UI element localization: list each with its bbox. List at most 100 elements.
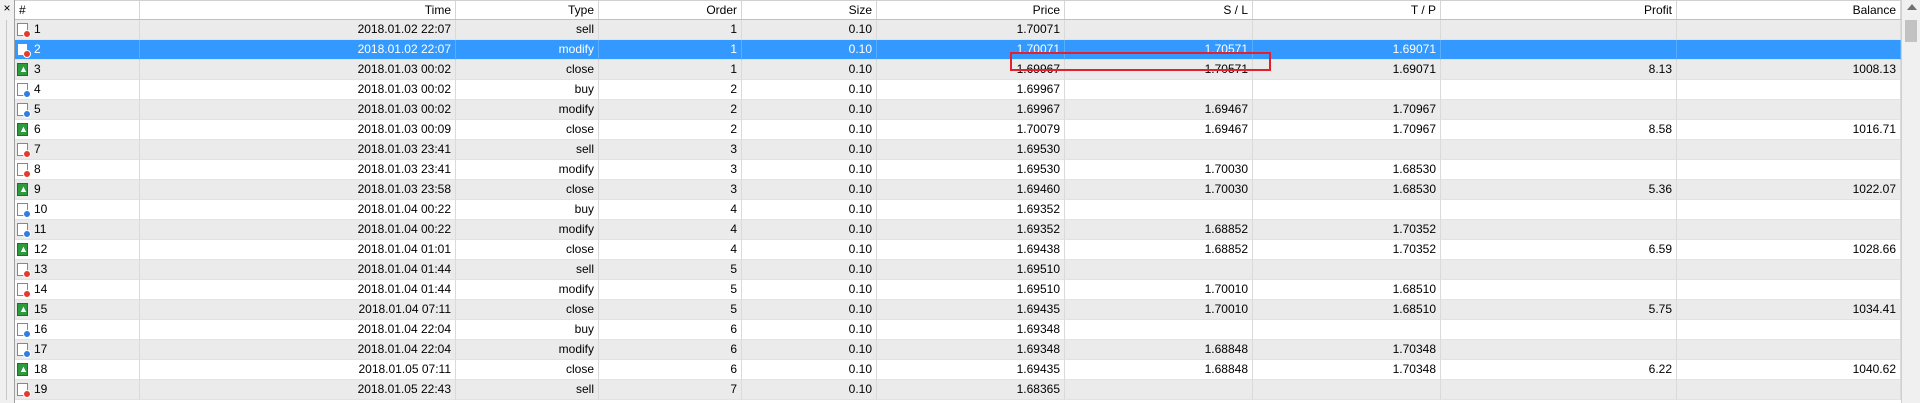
buy-order-icon	[17, 223, 31, 238]
size-cell: 0.10	[742, 80, 877, 100]
order-cell: 6	[599, 320, 742, 340]
price-cell: 1.69530	[877, 160, 1065, 180]
table-row[interactable]: 14 2018.01.04 01:44 modify 5 0.10 1.69510 1.70…	[15, 280, 1901, 300]
sl-cell: 1.69467	[1065, 120, 1253, 140]
table-row[interactable]: ▲ 12 2018.01.04 01:01 close 4 0.10 1.69438 1.68…	[15, 240, 1901, 260]
row-number: 14	[15, 280, 140, 300]
col-header-tp[interactable]: T / P	[1253, 1, 1441, 19]
row-number: 5	[15, 100, 140, 120]
table-row[interactable]: ▲ 3 2018.01.03 00:02 close 1 0.10 1.69967 1.705…	[15, 60, 1901, 80]
arrow-up-icon: ▲	[19, 304, 28, 314]
size-cell: 0.10	[742, 40, 877, 60]
table-row[interactable]: ▲ 6 2018.01.03 00:09 close 2 0.10 1.70079 1.694…	[15, 120, 1901, 140]
arrow-up-icon: ▲	[19, 64, 28, 74]
row-number-label: 14	[34, 282, 48, 296]
col-header-time[interactable]: Time	[140, 1, 456, 19]
profit-cell	[1441, 220, 1677, 240]
row-number: 8	[15, 160, 140, 180]
col-header-profit[interactable]: Profit	[1441, 1, 1677, 19]
table-row[interactable]: 13 2018.01.04 01:44 sell 5 0.10 1.69510	[15, 260, 1901, 280]
table-row[interactable]: 19 2018.01.05 22:43 sell 7 0.10 1.68365	[15, 380, 1901, 400]
sell-order-icon	[17, 383, 31, 398]
type-cell: close	[456, 180, 599, 200]
trade-history-table: # Time Type Order Size Price S / L T / P…	[15, 0, 1901, 403]
table-row[interactable]: 17 2018.01.04 22:04 modify 6 0.10 1.69348 1.68…	[15, 340, 1901, 360]
profit-cell	[1441, 320, 1677, 340]
col-header-number[interactable]: #	[15, 1, 140, 19]
row-number-label: 10	[34, 202, 48, 216]
profit-cell	[1441, 260, 1677, 280]
price-cell: 1.69530	[877, 140, 1065, 160]
table-row[interactable]: 4 2018.01.03 00:02 buy 2 0.10 1.69967	[15, 80, 1901, 100]
profit-cell	[1441, 100, 1677, 120]
table-row[interactable]: ▲ 15 2018.01.04 07:11 close 5 0.10 1.69435 1.70…	[15, 300, 1901, 320]
status-dot-icon	[23, 30, 31, 38]
price-cell: 1.70071	[877, 20, 1065, 40]
tp-cell	[1253, 80, 1441, 100]
status-dot-icon	[23, 350, 31, 358]
time-cell: 2018.01.04 07:11	[140, 300, 456, 320]
type-cell: close	[456, 360, 599, 380]
table-row[interactable]: 1 2018.01.02 22:07 sell 1 0.10 1.70071	[15, 20, 1901, 40]
col-header-sl[interactable]: S / L	[1065, 1, 1253, 19]
type-cell: close	[456, 300, 599, 320]
table-row[interactable]: 11 2018.01.04 00:22 modify 4 0.10 1.69352 1.68…	[15, 220, 1901, 240]
tp-cell: 1.68510	[1253, 280, 1441, 300]
tp-cell: 1.68530	[1253, 160, 1441, 180]
col-header-type[interactable]: Type	[456, 1, 599, 19]
row-number-label: 11	[34, 222, 47, 236]
buy-order-icon	[17, 103, 31, 118]
row-number: ▲ 6	[15, 120, 140, 140]
table-row[interactable]: 7 2018.01.03 23:41 sell 3 0.10 1.69530	[15, 140, 1901, 160]
close-icon[interactable]: ×	[1, 2, 13, 14]
time-cell: 2018.01.05 22:43	[140, 380, 456, 400]
row-number: 11	[15, 220, 140, 240]
row-number-label: 7	[34, 142, 41, 156]
tp-cell	[1253, 320, 1441, 340]
tp-cell	[1253, 380, 1441, 400]
col-header-price[interactable]: Price	[877, 1, 1065, 19]
type-cell: sell	[456, 140, 599, 160]
order-cell: 5	[599, 260, 742, 280]
size-cell: 0.10	[742, 120, 877, 140]
order-cell: 3	[599, 160, 742, 180]
row-number: ▲ 3	[15, 60, 140, 80]
table-row[interactable]: ▲ 18 2018.01.05 07:11 close 6 0.10 1.69435 1.68…	[15, 360, 1901, 380]
row-number: 1	[15, 20, 140, 40]
row-number-label: 13	[34, 262, 48, 276]
vertical-scrollbar[interactable]	[1901, 0, 1920, 403]
row-number: 7	[15, 140, 140, 160]
status-dot-icon	[23, 90, 31, 98]
col-header-size[interactable]: Size	[742, 1, 877, 19]
status-dot-icon	[23, 290, 31, 298]
balance-cell: 1028.66	[1677, 240, 1901, 260]
time-cell: 2018.01.03 00:02	[140, 80, 456, 100]
col-header-balance[interactable]: Balance	[1677, 1, 1901, 19]
tp-cell: 1.70352	[1253, 240, 1441, 260]
order-cell: 6	[599, 360, 742, 380]
type-cell: buy	[456, 320, 599, 340]
time-cell: 2018.01.02 22:07	[140, 40, 456, 60]
table-row[interactable]: 8 2018.01.03 23:41 modify 3 0.10 1.69530 1.700…	[15, 160, 1901, 180]
time-cell: 2018.01.03 00:02	[140, 60, 456, 80]
left-rail: ×	[0, 0, 15, 403]
balance-cell	[1677, 100, 1901, 120]
order-cell: 3	[599, 140, 742, 160]
status-dot-icon	[23, 50, 31, 58]
order-cell: 1	[599, 40, 742, 60]
close-order-icon: ▲	[17, 183, 28, 196]
table-row[interactable]: 2 2018.01.02 22:07 modify 1 0.10 1.70071 1.705…	[15, 40, 1901, 60]
table-row[interactable]: 5 2018.01.03 00:02 modify 2 0.10 1.69967 1.694…	[15, 100, 1901, 120]
scroll-up-icon[interactable]	[1907, 4, 1917, 10]
table-row[interactable]: 10 2018.01.04 00:22 buy 4 0.10 1.69352	[15, 200, 1901, 220]
col-header-order[interactable]: Order	[599, 1, 742, 19]
sl-cell: 1.68848	[1065, 360, 1253, 380]
sl-cell: 1.70010	[1065, 280, 1253, 300]
table-row[interactable]: ▲ 9 2018.01.03 23:58 close 3 0.10 1.69460 1.700…	[15, 180, 1901, 200]
table-row[interactable]: 16 2018.01.04 22:04 buy 6 0.10 1.69348	[15, 320, 1901, 340]
price-cell: 1.69352	[877, 220, 1065, 240]
row-number-label: 12	[34, 242, 48, 256]
sl-cell: 1.68848	[1065, 340, 1253, 360]
scroll-thumb[interactable]	[1905, 20, 1917, 42]
balance-cell	[1677, 340, 1901, 360]
